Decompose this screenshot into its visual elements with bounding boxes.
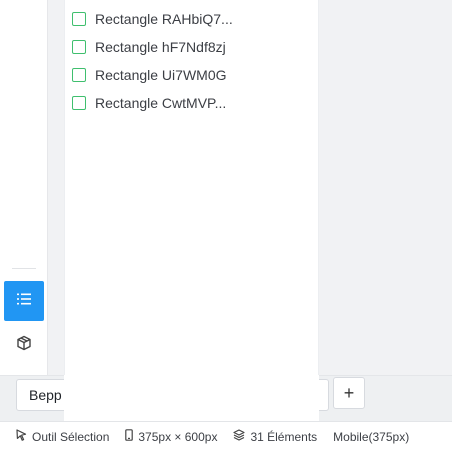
layer-checkbox[interactable] xyxy=(72,40,86,54)
status-elements-label: 31 Éléments xyxy=(250,429,318,444)
layer-label: Rectangle Ui7WM0G xyxy=(95,67,227,83)
status-elements[interactable]: 31 Éléments xyxy=(233,429,317,444)
layer-item[interactable]: Rectangle Ui7WM0G xyxy=(72,64,227,86)
rail-divider xyxy=(12,268,36,269)
components-button[interactable] xyxy=(4,325,44,365)
status-viewport-label: Mobile(375px) xyxy=(333,429,410,444)
cursor-icon xyxy=(16,429,27,444)
layer-checkbox[interactable] xyxy=(72,12,86,26)
left-icon-rail xyxy=(0,0,48,376)
cube-icon xyxy=(16,335,32,356)
phone-icon xyxy=(125,429,134,444)
layer-item[interactable]: Rectangle hF7Ndf8zj xyxy=(72,36,226,58)
status-viewport[interactable]: Mobile(375px) xyxy=(333,430,409,444)
add-button[interactable]: + xyxy=(333,377,365,409)
layer-label: Rectangle RAHbiQ7... xyxy=(95,11,233,27)
layer-checkbox[interactable] xyxy=(72,96,86,110)
layers-icon xyxy=(233,429,246,444)
status-size-label: 375px × 600px xyxy=(138,429,218,444)
layer-item[interactable]: Rectangle RAHbiQ7... xyxy=(72,8,233,30)
status-bar: Outil Sélection 375px × 600px 31 Élément… xyxy=(0,421,452,451)
layer-label: Rectangle CwtMVP... xyxy=(95,95,227,111)
layers-panel-button[interactable] xyxy=(4,281,44,321)
layers-panel-footer xyxy=(64,375,319,421)
list-icon xyxy=(17,292,31,310)
layer-item[interactable]: Rectangle CwtMVP... xyxy=(72,92,226,114)
status-tool[interactable]: Outil Sélection xyxy=(16,429,109,444)
layer-label: Rectangle hF7Ndf8zj xyxy=(95,39,226,55)
editor-workspace: Rectangle RAHbiQ7... Rectangle hF7Ndf8zj… xyxy=(0,0,452,451)
layer-checkbox[interactable] xyxy=(72,68,86,82)
status-tool-label: Outil Sélection xyxy=(32,429,110,444)
status-canvas-size[interactable]: 375px × 600px xyxy=(125,429,217,444)
